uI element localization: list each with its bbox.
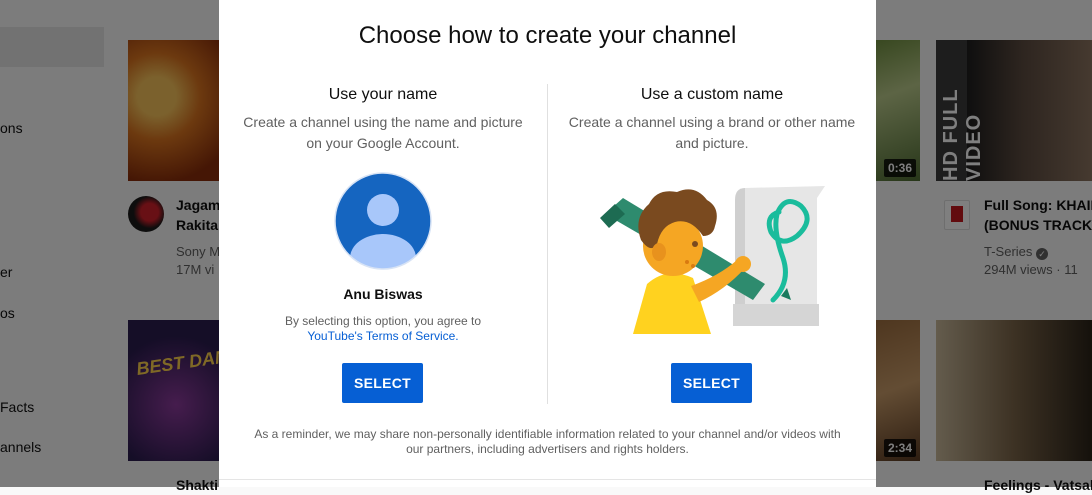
option-title: Use a custom name bbox=[640, 86, 784, 103]
select-custom-name-button[interactable]: SELECT bbox=[671, 363, 752, 403]
option-use-your-name: Use your name Create a channel using the… bbox=[219, 84, 547, 414]
dialog-footer-divider bbox=[219, 479, 876, 480]
terms-agreement-text: By selecting this option, you agree to Y… bbox=[284, 314, 482, 343]
option-description: Create a channel using the name and pict… bbox=[243, 114, 523, 151]
dialog-title: Choose how to create your channel bbox=[358, 22, 737, 49]
data-sharing-reminder: As a reminder, we may share non-personal… bbox=[254, 427, 841, 456]
create-channel-dialog: Choose how to create your channel Use yo… bbox=[219, 0, 876, 487]
option-title: Use your name bbox=[328, 86, 438, 103]
default-avatar-icon bbox=[334, 172, 432, 270]
option-description: Create a channel using a brand or other … bbox=[568, 114, 856, 151]
option-use-custom-name: Use a custom name Create a channel using… bbox=[548, 84, 876, 414]
terms-of-service-link[interactable]: YouTube's Terms of Service bbox=[307, 329, 455, 343]
custom-name-illustration bbox=[600, 186, 825, 334]
account-user-name: Anu Biswas bbox=[343, 286, 423, 302]
select-use-your-name-button[interactable]: SELECT bbox=[342, 363, 423, 403]
